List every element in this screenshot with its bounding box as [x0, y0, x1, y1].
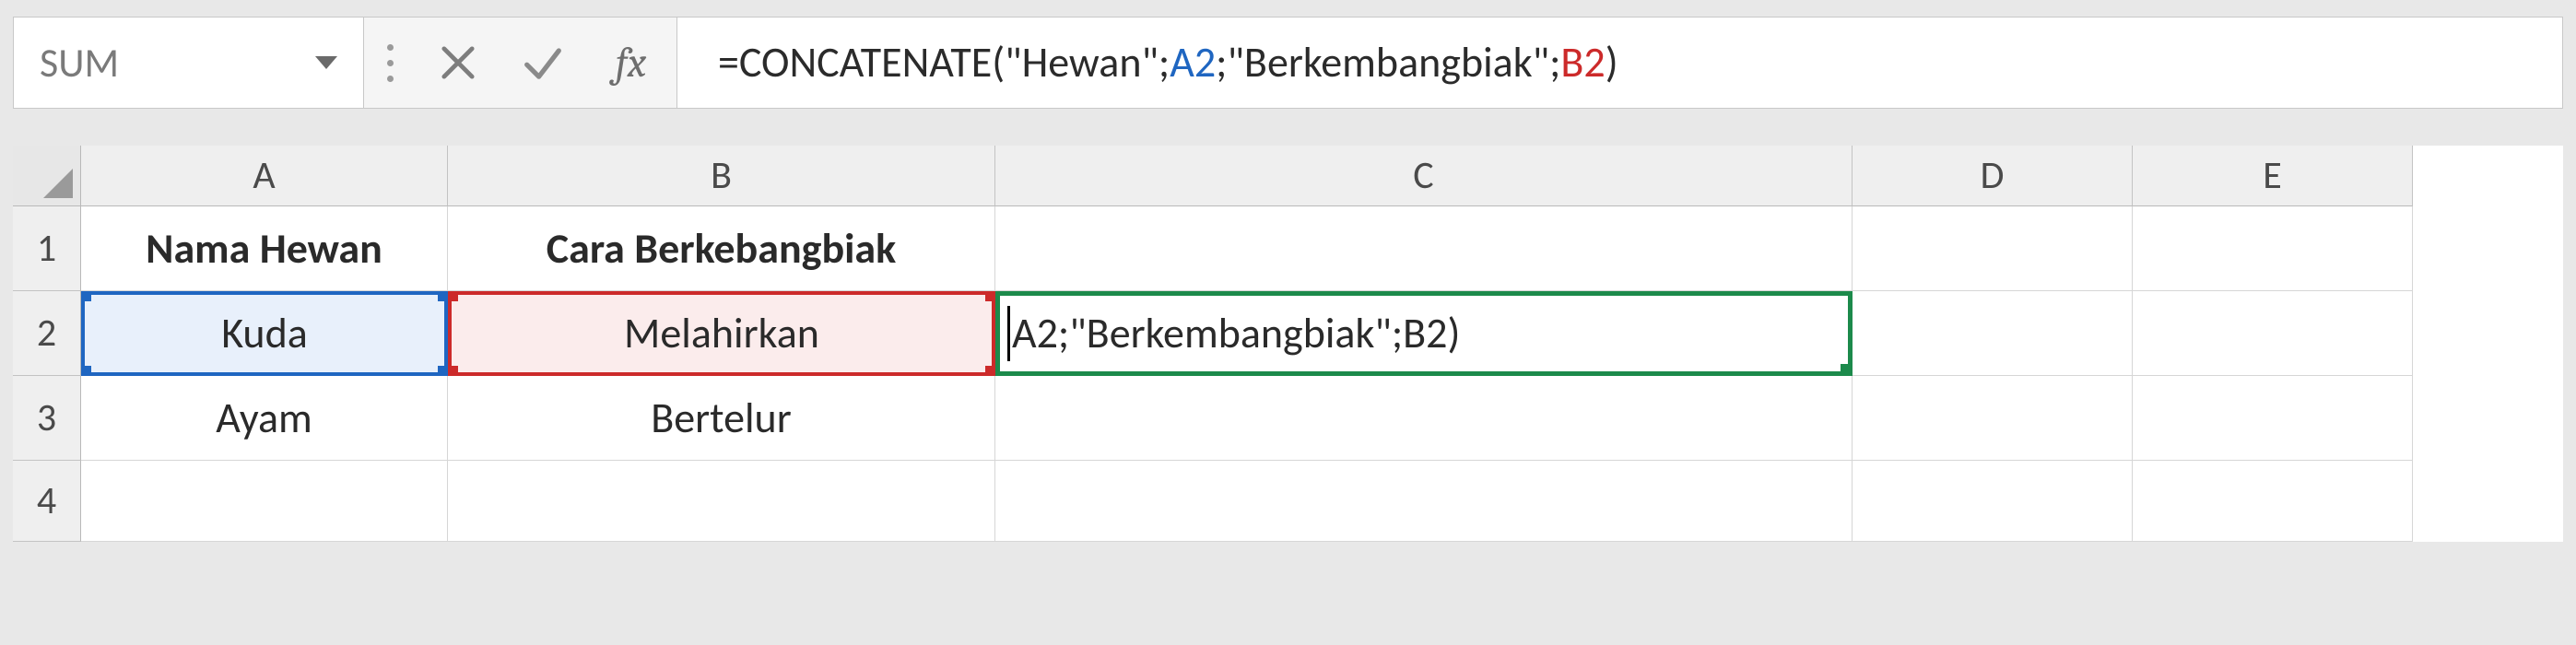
- enter-button[interactable]: [500, 18, 585, 108]
- formula-token: ): [1606, 37, 1618, 88]
- cell-E1[interactable]: [2133, 206, 2413, 291]
- column-header-row: A B C D E: [13, 146, 2563, 206]
- cell-A1[interactable]: Nama Hewan: [81, 206, 448, 291]
- range-handle-icon[interactable]: [81, 291, 91, 301]
- table-row: 1 Nama Hewan Cara Berkebangbiak: [13, 206, 2563, 291]
- cancel-button[interactable]: [416, 18, 500, 108]
- cell-A3[interactable]: Ayam: [81, 376, 448, 461]
- col-header-E[interactable]: E: [2133, 146, 2413, 206]
- col-header-B[interactable]: B: [448, 146, 995, 206]
- row-header-2[interactable]: 2: [13, 291, 81, 376]
- col-header-A[interactable]: A: [81, 146, 448, 206]
- vertical-dots-icon: [364, 18, 416, 108]
- check-icon: [519, 39, 567, 87]
- cell-A2[interactable]: Kuda: [81, 291, 448, 376]
- formula-token: B2: [1560, 37, 1605, 88]
- range-handle-icon[interactable]: [985, 366, 995, 376]
- fill-handle-icon[interactable]: [1841, 364, 1853, 376]
- col-header-C[interactable]: C: [995, 146, 1853, 206]
- cell-A2-text: Kuda: [221, 308, 308, 359]
- cell-C4[interactable]: [995, 461, 1853, 542]
- cell-B2-text: Melahirkan: [624, 308, 819, 359]
- cell-B3[interactable]: Bertelur: [448, 376, 995, 461]
- cell-A4[interactable]: [81, 461, 448, 542]
- cell-D1[interactable]: [1853, 206, 2133, 291]
- row-header-3[interactable]: 3: [13, 376, 81, 461]
- name-box-text: SUM: [40, 38, 119, 88]
- range-handle-icon[interactable]: [448, 366, 458, 376]
- range-handle-icon[interactable]: [438, 291, 448, 301]
- cell-C2-editing[interactable]: A2;"Berkembangbiak";B2): [995, 291, 1853, 376]
- range-handle-icon[interactable]: [438, 366, 448, 376]
- row-header-4[interactable]: 4: [13, 461, 81, 542]
- range-handle-icon[interactable]: [448, 291, 458, 301]
- cell-E4[interactable]: [2133, 461, 2413, 542]
- cell-C3[interactable]: [995, 376, 1853, 461]
- formula-token: ;"Berkembangbiak";: [1216, 37, 1560, 88]
- table-row: 4: [13, 461, 2563, 542]
- row-header-1[interactable]: 1: [13, 206, 81, 291]
- table-row: 2 Kuda Melahirkan A2;"Berkembangbiak";B2…: [13, 291, 2563, 376]
- range-handle-icon[interactable]: [985, 291, 995, 301]
- cell-D2[interactable]: [1853, 291, 2133, 376]
- range-handle-icon[interactable]: [81, 366, 91, 376]
- table-row: 3 Ayam Bertelur: [13, 376, 2563, 461]
- cell-E2[interactable]: [2133, 291, 2413, 376]
- text-caret-icon: [1007, 306, 1010, 361]
- cell-B1[interactable]: Cara Berkebangbiak: [448, 206, 995, 291]
- cell-E3[interactable]: [2133, 376, 2413, 461]
- cell-C2-text: A2;"Berkembangbiak";B2): [1012, 308, 1460, 359]
- formula-bar: SUM fx =CONCATENATE("Hewan";A2;"Berkemba…: [13, 17, 2563, 109]
- x-icon: [434, 39, 482, 87]
- select-all-corner[interactable]: [13, 146, 81, 206]
- spreadsheet-grid: A B C D E 1 Nama Hewan Cara Berkebangbia…: [13, 146, 2563, 542]
- formula-token: A2: [1170, 37, 1216, 88]
- dropdown-caret-icon[interactable]: [315, 56, 337, 69]
- fx-label[interactable]: fx: [585, 18, 677, 108]
- cell-C1[interactable]: [995, 206, 1853, 291]
- name-box[interactable]: SUM: [14, 18, 364, 108]
- col-header-D[interactable]: D: [1853, 146, 2133, 206]
- cell-D3[interactable]: [1853, 376, 2133, 461]
- cell-D4[interactable]: [1853, 461, 2133, 542]
- formula-input[interactable]: =CONCATENATE("Hewan";A2;"Berkembangbiak"…: [677, 18, 2562, 108]
- cell-B2[interactable]: Melahirkan: [448, 291, 995, 376]
- formula-token: =CONCATENATE("Hewan";: [718, 37, 1170, 88]
- cell-B4[interactable]: [448, 461, 995, 542]
